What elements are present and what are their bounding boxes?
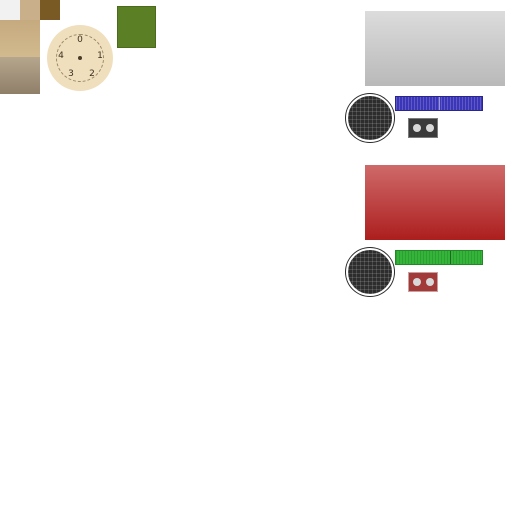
socket-dot-right <box>426 124 434 132</box>
swatch-stone-texture[interactable] <box>0 57 40 94</box>
socket-module-icon[interactable] <box>408 272 438 292</box>
strip-divider <box>450 251 451 264</box>
socket-dot-left <box>413 124 421 132</box>
swatch-brown[interactable] <box>40 0 60 20</box>
speaker-grille-icon[interactable] <box>346 248 394 296</box>
swatch-sand-texture[interactable] <box>0 20 40 57</box>
blue-led-strip[interactable] <box>395 96 483 111</box>
dial-number-2: 2 <box>89 69 95 79</box>
dial-number-3: 3 <box>68 69 74 79</box>
gray-gradient-panel[interactable] <box>365 11 505 86</box>
canvas: 0 1 2 3 4 <box>0 0 512 512</box>
dial-number-4: 4 <box>58 51 64 61</box>
swatch-tan[interactable] <box>20 0 40 20</box>
speaker-grille-icon[interactable] <box>346 94 394 142</box>
strip-divider <box>439 97 440 110</box>
red-gradient-panel[interactable] <box>365 165 505 240</box>
dial-center-dot <box>78 56 82 60</box>
swatch-white[interactable] <box>0 0 20 20</box>
dial-knob[interactable]: 0 1 2 3 4 <box>47 25 113 91</box>
socket-dot-left <box>413 278 421 286</box>
socket-dot-right <box>426 278 434 286</box>
swatch-green[interactable] <box>117 6 156 48</box>
green-led-strip[interactable] <box>395 250 483 265</box>
socket-module-icon[interactable] <box>408 118 438 138</box>
dial-number-0: 0 <box>77 35 83 45</box>
dial-number-1: 1 <box>97 51 103 61</box>
